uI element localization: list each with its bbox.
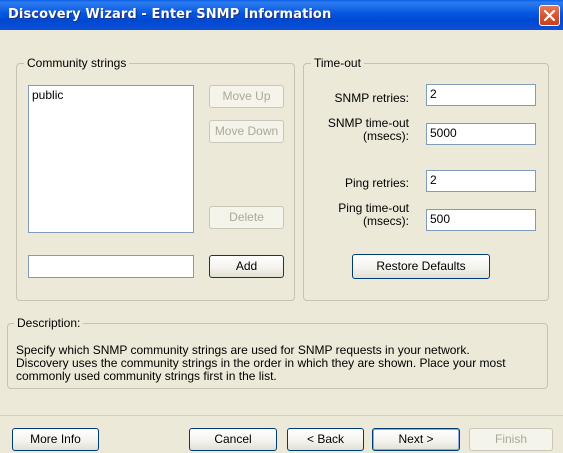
ping-timeout-label-line2: (msecs): <box>363 214 409 228</box>
add-button[interactable]: Add <box>209 255 284 278</box>
window-title: Discovery Wizard - Enter SNMP Informatio… <box>8 7 332 22</box>
community-strings-label: Community strings <box>24 56 130 70</box>
close-button[interactable] <box>539 5 560 26</box>
close-icon <box>544 10 555 21</box>
description-text: Specify which SNMP community strings are… <box>16 344 541 383</box>
back-button[interactable]: < Back <box>287 428 364 451</box>
more-info-button[interactable]: More Info <box>12 428 99 451</box>
new-community-string-input[interactable] <box>28 255 194 278</box>
ping-timeout-input[interactable]: 500 <box>426 209 536 231</box>
list-item[interactable]: public <box>32 88 63 102</box>
description-line-3: commonly used community strings first in… <box>16 369 277 383</box>
snmp-timeout-label-line2: (msecs): <box>363 129 409 143</box>
ping-retries-input[interactable]: 2 <box>426 170 536 192</box>
ping-retries-label: Ping retries: <box>344 176 409 190</box>
discovery-wizard-dialog: Discovery Wizard - Enter SNMP Informatio… <box>0 0 563 453</box>
snmp-retries-input[interactable]: 2 <box>426 84 536 106</box>
restore-defaults-button[interactable]: Restore Defaults <box>352 254 490 279</box>
time-out-label: Time-out <box>311 56 364 70</box>
title-bar[interactable]: Discovery Wizard - Enter SNMP Informatio… <box>0 0 563 30</box>
snmp-timeout-input[interactable]: 5000 <box>426 123 536 145</box>
community-strings-list[interactable]: public <box>28 85 194 233</box>
delete-button[interactable]: Delete <box>209 206 284 229</box>
description-label: Description: <box>14 316 84 330</box>
move-up-button[interactable]: Move Up <box>209 85 284 108</box>
snmp-retries-label: SNMP retries: <box>334 91 409 105</box>
next-button[interactable]: Next > <box>372 428 460 451</box>
finish-button[interactable]: Finish <box>469 428 553 451</box>
move-down-button[interactable]: Move Down <box>209 120 284 143</box>
cancel-button[interactable]: Cancel <box>189 428 277 451</box>
footer-separator <box>0 415 563 416</box>
